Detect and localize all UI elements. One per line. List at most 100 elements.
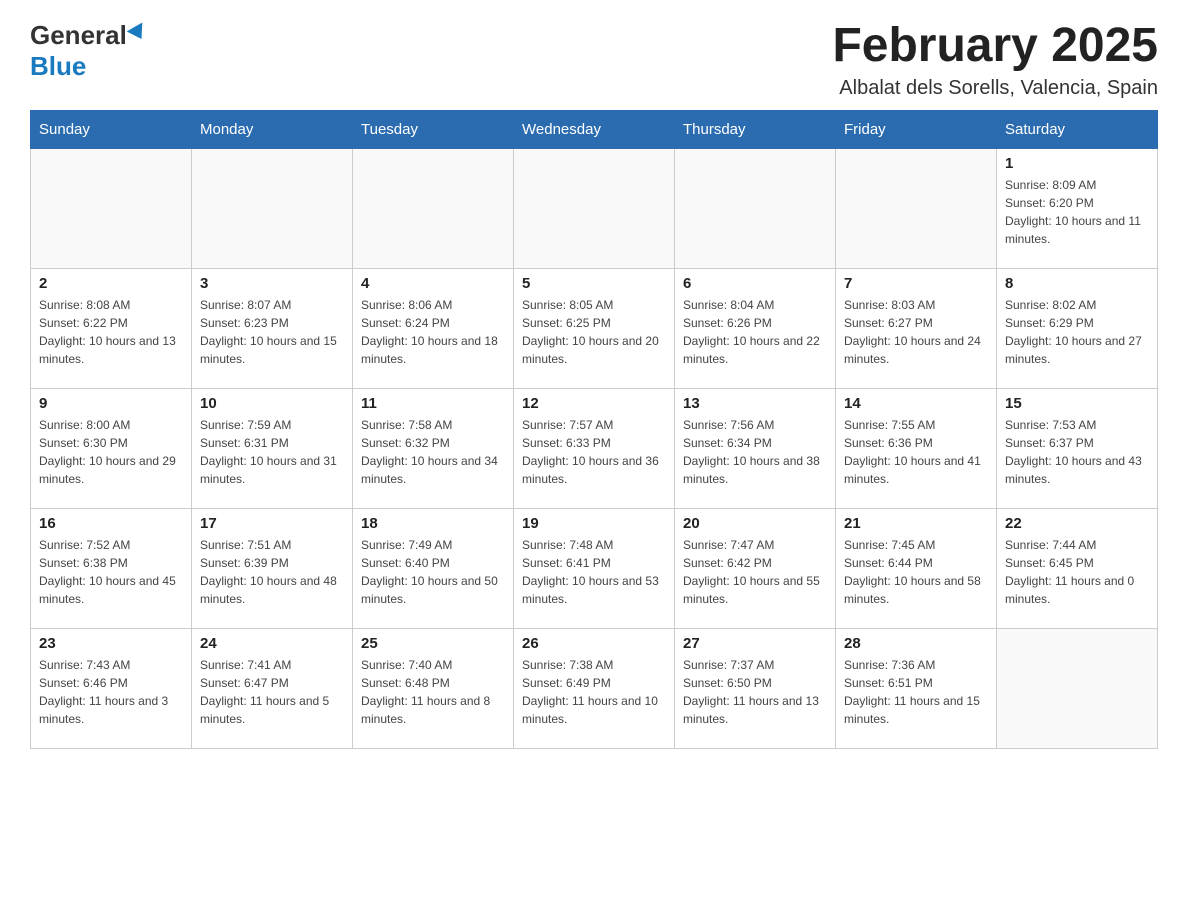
day-number: 17 bbox=[200, 515, 344, 532]
calendar-cell: 26Sunrise: 7:38 AMSunset: 6:49 PMDayligh… bbox=[514, 628, 675, 748]
day-of-week-header: Thursday bbox=[675, 110, 836, 148]
calendar-cell: 3Sunrise: 8:07 AMSunset: 6:23 PMDaylight… bbox=[192, 268, 353, 388]
page-header: General Blue February 2025 Albalat dels … bbox=[30, 20, 1158, 100]
day-info: Sunrise: 7:43 AMSunset: 6:46 PMDaylight:… bbox=[39, 656, 183, 728]
day-number: 2 bbox=[39, 275, 183, 292]
location-subtitle: Albalat dels Sorells, Valencia, Spain bbox=[832, 77, 1158, 100]
day-info: Sunrise: 8:07 AMSunset: 6:23 PMDaylight:… bbox=[200, 296, 344, 368]
logo-general-text: General bbox=[30, 20, 127, 51]
day-info: Sunrise: 8:08 AMSunset: 6:22 PMDaylight:… bbox=[39, 296, 183, 368]
day-info: Sunrise: 7:40 AMSunset: 6:48 PMDaylight:… bbox=[361, 656, 505, 728]
day-info: Sunrise: 8:02 AMSunset: 6:29 PMDaylight:… bbox=[1005, 296, 1149, 368]
calendar-cell: 21 Sunrise: 7:45 AMSunset: 6:44 PMDayligh… bbox=[836, 508, 997, 628]
calendar-week-row: 16 Sunrise: 7:52 AMSunset: 6:38 PMDayligh… bbox=[31, 508, 1158, 628]
calendar-cell: 11 Sunrise: 7:58 AMSunset: 6:32 PMDayligh… bbox=[353, 388, 514, 508]
day-info: Sunrise: 7:57 AMSunset: 6:33 PMDaylight:… bbox=[522, 416, 666, 488]
calendar-cell: 12 Sunrise: 7:57 AMSunset: 6:33 PMDayligh… bbox=[514, 388, 675, 508]
day-number: 14 bbox=[844, 395, 988, 412]
day-of-week-header: Friday bbox=[836, 110, 997, 148]
calendar-header-row: SundayMondayTuesdayWednesdayThursdayFrid… bbox=[31, 110, 1158, 148]
calendar-table: SundayMondayTuesdayWednesdayThursdayFrid… bbox=[30, 110, 1158, 749]
day-info: Sunrise: 8:03 AMSunset: 6:27 PMDaylight:… bbox=[844, 296, 988, 368]
page-title: February 2025 bbox=[832, 20, 1158, 73]
logo-blue-text: Blue bbox=[30, 51, 86, 82]
calendar-cell: 27Sunrise: 7:37 AMSunset: 6:50 PMDayligh… bbox=[675, 628, 836, 748]
day-info: Sunrise: 8:00 AMSunset: 6:30 PMDaylight:… bbox=[39, 416, 183, 488]
calendar-cell: 20 Sunrise: 7:47 AMSunset: 6:42 PMDayligh… bbox=[675, 508, 836, 628]
day-number: 13 bbox=[683, 395, 827, 412]
calendar-cell: 19 Sunrise: 7:48 AMSunset: 6:41 PMDayligh… bbox=[514, 508, 675, 628]
day-number: 1 bbox=[1005, 155, 1149, 172]
calendar-cell: 4 Sunrise: 8:06 AMSunset: 6:24 PMDaylight… bbox=[353, 268, 514, 388]
day-number: 4 bbox=[361, 275, 505, 292]
day-info: Sunrise: 7:45 AMSunset: 6:44 PMDaylight:… bbox=[844, 536, 988, 608]
day-info: Sunrise: 7:47 AMSunset: 6:42 PMDaylight:… bbox=[683, 536, 827, 608]
day-number: 21 bbox=[844, 515, 988, 532]
calendar-cell: 14 Sunrise: 7:55 AMSunset: 6:36 PMDayligh… bbox=[836, 388, 997, 508]
calendar-cell: 16 Sunrise: 7:52 AMSunset: 6:38 PMDayligh… bbox=[31, 508, 192, 628]
day-number: 16 bbox=[39, 515, 183, 532]
calendar-cell: 6 Sunrise: 8:04 AMSunset: 6:26 PMDaylight… bbox=[675, 268, 836, 388]
calendar-cell: 13 Sunrise: 7:56 AMSunset: 6:34 PMDayligh… bbox=[675, 388, 836, 508]
calendar-cell: 22 Sunrise: 7:44 AMSunset: 6:45 PMDayligh… bbox=[997, 508, 1158, 628]
day-info: Sunrise: 7:51 AMSunset: 6:39 PMDaylight:… bbox=[200, 536, 344, 608]
calendar-week-row: 9 Sunrise: 8:00 AMSunset: 6:30 PMDaylight… bbox=[31, 388, 1158, 508]
day-number: 20 bbox=[683, 515, 827, 532]
day-number: 19 bbox=[522, 515, 666, 532]
day-info: Sunrise: 8:06 AMSunset: 6:24 PMDaylight:… bbox=[361, 296, 505, 368]
day-info: Sunrise: 7:41 AMSunset: 6:47 PMDaylight:… bbox=[200, 656, 344, 728]
day-number: 6 bbox=[683, 275, 827, 292]
day-info: Sunrise: 8:05 AMSunset: 6:25 PMDaylight:… bbox=[522, 296, 666, 368]
calendar-cell: 5 Sunrise: 8:05 AMSunset: 6:25 PMDaylight… bbox=[514, 268, 675, 388]
day-number: 9 bbox=[39, 395, 183, 412]
day-info: Sunrise: 7:55 AMSunset: 6:36 PMDaylight:… bbox=[844, 416, 988, 488]
calendar-cell: 15Sunrise: 7:53 AMSunset: 6:37 PMDayligh… bbox=[997, 388, 1158, 508]
day-number: 28 bbox=[844, 635, 988, 652]
day-info: Sunrise: 7:49 AMSunset: 6:40 PMDaylight:… bbox=[361, 536, 505, 608]
day-info: Sunrise: 7:36 AMSunset: 6:51 PMDaylight:… bbox=[844, 656, 988, 728]
calendar-cell: 18 Sunrise: 7:49 AMSunset: 6:40 PMDayligh… bbox=[353, 508, 514, 628]
calendar-cell bbox=[514, 148, 675, 268]
day-number: 25 bbox=[361, 635, 505, 652]
day-number: 23 bbox=[39, 635, 183, 652]
title-block: February 2025 Albalat dels Sorells, Vale… bbox=[832, 20, 1158, 100]
day-of-week-header: Tuesday bbox=[353, 110, 514, 148]
calendar-cell bbox=[675, 148, 836, 268]
calendar-cell: 23 Sunrise: 7:43 AMSunset: 6:46 PMDayligh… bbox=[31, 628, 192, 748]
day-of-week-header: Sunday bbox=[31, 110, 192, 148]
day-info: Sunrise: 7:58 AMSunset: 6:32 PMDaylight:… bbox=[361, 416, 505, 488]
day-of-week-header: Wednesday bbox=[514, 110, 675, 148]
calendar-cell bbox=[836, 148, 997, 268]
day-number: 12 bbox=[522, 395, 666, 412]
day-number: 22 bbox=[1005, 515, 1149, 532]
day-of-week-header: Monday bbox=[192, 110, 353, 148]
calendar-cell: 25 Sunrise: 7:40 AMSunset: 6:48 PMDayligh… bbox=[353, 628, 514, 748]
day-info: Sunrise: 7:44 AMSunset: 6:45 PMDaylight:… bbox=[1005, 536, 1149, 608]
day-info: Sunrise: 7:37 AMSunset: 6:50 PMDaylight:… bbox=[683, 656, 827, 728]
calendar-cell: 10 Sunrise: 7:59 AMSunset: 6:31 PMDayligh… bbox=[192, 388, 353, 508]
day-info: Sunrise: 8:09 AMSunset: 6:20 PMDaylight:… bbox=[1005, 176, 1149, 248]
day-info: Sunrise: 7:59 AMSunset: 6:31 PMDaylight:… bbox=[200, 416, 344, 488]
calendar-cell bbox=[353, 148, 514, 268]
calendar-cell: 1 Sunrise: 8:09 AMSunset: 6:20 PMDaylight… bbox=[997, 148, 1158, 268]
day-number: 26 bbox=[522, 635, 666, 652]
day-number: 5 bbox=[522, 275, 666, 292]
day-number: 24 bbox=[200, 635, 344, 652]
calendar-cell: 8Sunrise: 8:02 AMSunset: 6:29 PMDaylight… bbox=[997, 268, 1158, 388]
day-of-week-header: Saturday bbox=[997, 110, 1158, 148]
day-number: 18 bbox=[361, 515, 505, 532]
calendar-cell bbox=[192, 148, 353, 268]
day-info: Sunrise: 8:04 AMSunset: 6:26 PMDaylight:… bbox=[683, 296, 827, 368]
day-number: 11 bbox=[361, 395, 505, 412]
calendar-cell bbox=[31, 148, 192, 268]
day-info: Sunrise: 7:53 AMSunset: 6:37 PMDaylight:… bbox=[1005, 416, 1149, 488]
calendar-cell: 24 Sunrise: 7:41 AMSunset: 6:47 PMDayligh… bbox=[192, 628, 353, 748]
calendar-cell: 17 Sunrise: 7:51 AMSunset: 6:39 PMDayligh… bbox=[192, 508, 353, 628]
calendar-week-row: 1 Sunrise: 8:09 AMSunset: 6:20 PMDaylight… bbox=[31, 148, 1158, 268]
calendar-cell: 2 Sunrise: 8:08 AMSunset: 6:22 PMDaylight… bbox=[31, 268, 192, 388]
day-number: 10 bbox=[200, 395, 344, 412]
day-info: Sunrise: 7:48 AMSunset: 6:41 PMDaylight:… bbox=[522, 536, 666, 608]
day-info: Sunrise: 7:56 AMSunset: 6:34 PMDaylight:… bbox=[683, 416, 827, 488]
calendar-cell bbox=[997, 628, 1158, 748]
day-info: Sunrise: 7:52 AMSunset: 6:38 PMDaylight:… bbox=[39, 536, 183, 608]
